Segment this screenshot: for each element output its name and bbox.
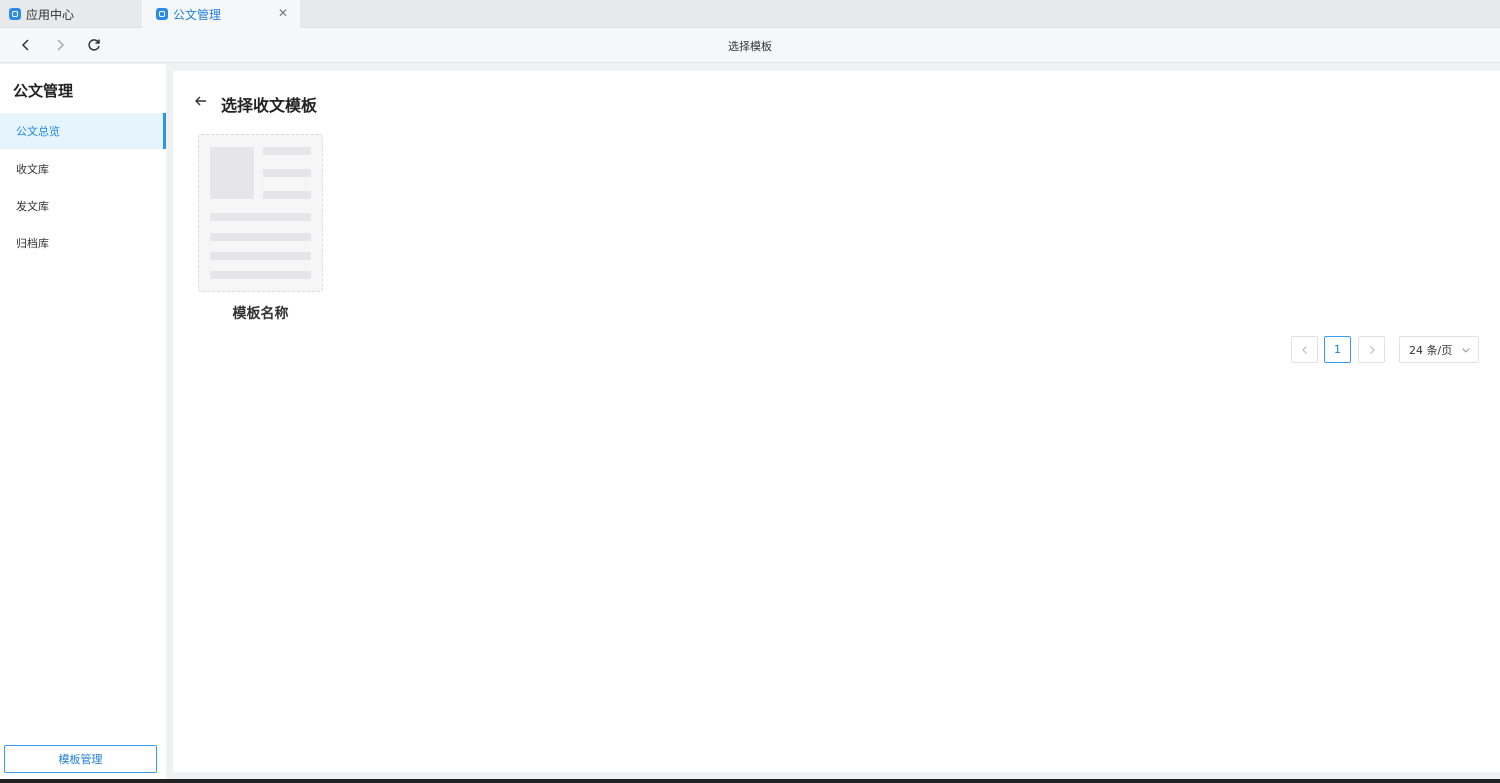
thumbnail-placeholder bbox=[210, 147, 254, 199]
sidebar-item-incoming[interactable]: 收文库 bbox=[0, 151, 166, 187]
arrow-left-icon bbox=[195, 96, 206, 106]
line-placeholder bbox=[210, 271, 311, 279]
sidebar-title: 公文管理 bbox=[13, 82, 74, 100]
page-size-select[interactable]: 24 条/页 bbox=[1399, 336, 1479, 363]
sidebar-item-label: 收文库 bbox=[16, 163, 49, 176]
app-icon bbox=[9, 8, 21, 20]
page-size-value: 24 条/页 bbox=[1409, 343, 1453, 357]
tab-label: 应用中心 bbox=[26, 7, 75, 22]
sidebar: 公文管理 公文总览 收文库 发文库 归档库 模板管理 bbox=[0, 64, 166, 783]
line-placeholder bbox=[210, 213, 311, 221]
close-icon[interactable]: ✕ bbox=[278, 6, 288, 20]
sidebar-item-overview[interactable]: 公文总览 bbox=[0, 113, 166, 149]
template-manage-button[interactable]: 模板管理 bbox=[4, 745, 157, 773]
navigation-bar: 选择模板 bbox=[0, 28, 1500, 63]
pager-next-button[interactable] bbox=[1358, 336, 1385, 363]
tab-bar: 应用中心 公文管理 ✕ bbox=[0, 0, 1500, 28]
tab-app-center[interactable]: 应用中心 bbox=[0, 0, 140, 28]
chevron-right-icon bbox=[1369, 345, 1375, 354]
template-card[interactable] bbox=[198, 134, 323, 292]
line-placeholder bbox=[263, 169, 311, 177]
sidebar-item-archive[interactable]: 归档库 bbox=[0, 225, 166, 261]
line-placeholder bbox=[263, 191, 311, 199]
chevron-left-icon bbox=[1301, 345, 1307, 354]
pager-page-1[interactable]: 1 bbox=[1324, 336, 1351, 363]
pager-prev-button[interactable] bbox=[1291, 336, 1318, 363]
sidebar-item-label: 发文库 bbox=[16, 200, 49, 213]
sidebar-item-label: 公文总览 bbox=[16, 125, 60, 138]
sidebar-item-label: 归档库 bbox=[16, 237, 49, 250]
tab-label: 公文管理 bbox=[173, 7, 222, 22]
sidebar-item-outgoing[interactable]: 发文库 bbox=[0, 188, 166, 224]
main-panel: 选择收文模板 模板名称 1 24 条/页 bbox=[173, 71, 1500, 772]
template-name[interactable]: 模板名称 bbox=[198, 303, 323, 323]
line-placeholder bbox=[210, 233, 311, 241]
line-placeholder bbox=[263, 147, 311, 155]
back-arrow-button[interactable] bbox=[193, 93, 209, 109]
line-placeholder bbox=[210, 252, 311, 260]
page-title: 选择模板 bbox=[728, 40, 772, 53]
document-app-icon bbox=[156, 8, 168, 20]
tab-document-management[interactable]: 公文管理 ✕ bbox=[142, 0, 300, 28]
main-title: 选择收文模板 bbox=[221, 96, 318, 115]
chevron-down-icon bbox=[1461, 345, 1471, 358]
window-bottom-edge bbox=[0, 779, 1500, 783]
